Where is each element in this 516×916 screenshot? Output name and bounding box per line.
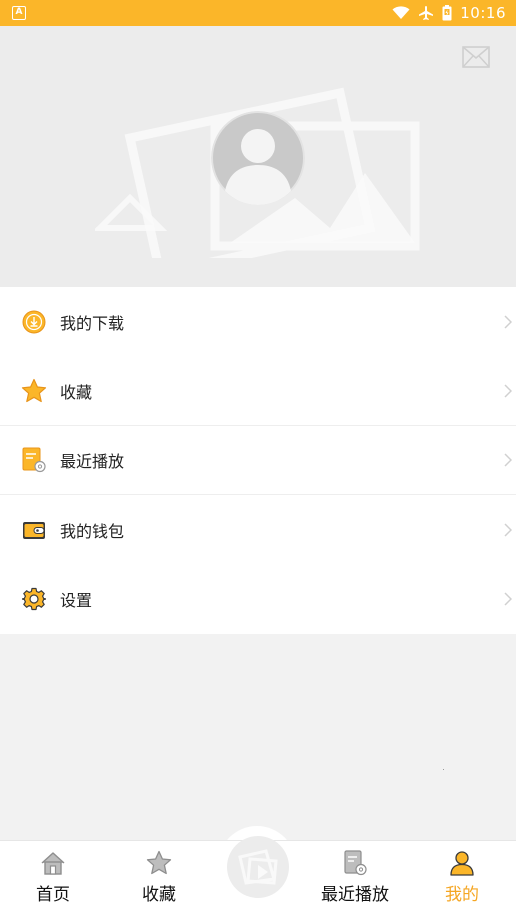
- mail-icon[interactable]: [462, 46, 490, 68]
- tab-recent-play[interactable]: 最近播放: [310, 850, 400, 910]
- menu-item-label: 我的下载: [60, 313, 125, 333]
- status-left: A: [12, 6, 26, 20]
- wallet-icon: [21, 517, 47, 543]
- status-bar: A 10:16: [0, 0, 516, 26]
- menu-item-downloads[interactable]: 我的下载: [0, 287, 516, 356]
- menu-item-label: 我的钱包: [60, 521, 125, 541]
- download-icon: [21, 309, 47, 335]
- home-icon: [41, 852, 65, 875]
- recent-play-icon: [344, 850, 367, 876]
- menu-item-recent-play[interactable]: 最近播放: [0, 426, 516, 496]
- tab-label: 最近播放: [321, 885, 389, 905]
- person-icon: [450, 851, 474, 876]
- menu-item-label: 设置: [60, 591, 93, 611]
- recent-play-icon: [21, 447, 47, 473]
- avatar[interactable]: [211, 111, 305, 205]
- airplane-icon: [419, 6, 434, 20]
- chevron-right-icon: [504, 384, 512, 398]
- menu-item-wallet[interactable]: 我的钱包: [0, 495, 516, 564]
- chevron-right-icon: [504, 453, 512, 467]
- status-time: 10:16: [460, 4, 506, 22]
- center-play-button[interactable]: [227, 836, 289, 898]
- wifi-icon: [392, 6, 410, 19]
- settings-gear-icon: [21, 586, 47, 612]
- play-folder-icon: [238, 849, 278, 885]
- menu-item-favorites[interactable]: 收藏: [0, 356, 516, 427]
- chevron-right-icon: [504, 523, 512, 537]
- menu-item-label: 最近播放: [60, 452, 125, 472]
- tab-label: 收藏: [142, 885, 176, 905]
- status-right: 10:16: [392, 4, 506, 22]
- menu-item-label: 收藏: [60, 383, 93, 403]
- chevron-right-icon: [504, 592, 512, 606]
- star-icon: [21, 378, 47, 404]
- tab-label: 首页: [36, 885, 70, 905]
- battery-icon: [442, 5, 452, 21]
- tab-favorites[interactable]: 收藏: [114, 850, 204, 910]
- app-notification-icon: A: [12, 6, 26, 20]
- tab-home[interactable]: 首页: [8, 850, 98, 910]
- stray-dot: [443, 769, 444, 770]
- profile-menu: 我的下载 收藏 最近播放 我的钱包 设置: [0, 287, 516, 634]
- chevron-right-icon: [504, 315, 512, 329]
- menu-item-settings[interactable]: 设置: [0, 565, 516, 634]
- star-icon: [146, 850, 172, 875]
- tab-label: 我的: [445, 885, 479, 905]
- profile-header: [0, 26, 516, 287]
- tab-mine[interactable]: 我的: [417, 850, 507, 910]
